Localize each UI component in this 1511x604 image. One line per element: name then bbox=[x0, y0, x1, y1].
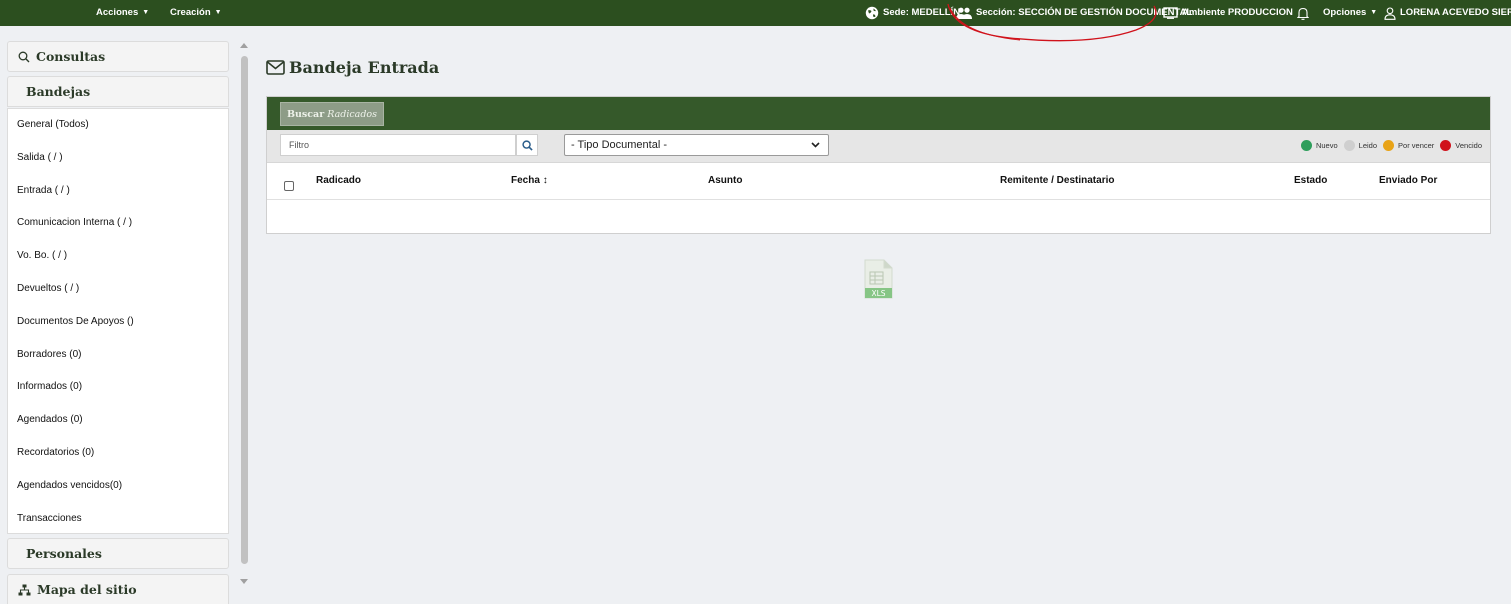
col-radicado[interactable]: Radicado bbox=[316, 175, 361, 186]
sidebar-item-transacciones[interactable]: Transacciones bbox=[8, 503, 228, 536]
xls-export-icon[interactable]: XLS bbox=[862, 259, 894, 299]
personales-label: Personales bbox=[26, 546, 102, 561]
col-remitente-destinatario[interactable]: Remitente / Destinatario bbox=[1000, 175, 1114, 186]
opciones-label: Opciones bbox=[1323, 7, 1367, 18]
select-all-checkbox[interactable] bbox=[284, 181, 294, 191]
table-header: Radicado Fecha ↕ Asunto Remitente / Dest… bbox=[267, 164, 1490, 200]
sidebar-item-general[interactable]: General (Todos) bbox=[8, 109, 228, 142]
monitor-icon bbox=[1163, 7, 1178, 19]
envelope-icon bbox=[266, 60, 285, 75]
ambiente-info[interactable]: Ambiente PRODUCCION bbox=[1163, 0, 1293, 26]
filter-bar: Filtro - Tipo Documental - Nuevo Leido P… bbox=[267, 130, 1490, 163]
consultas-label: Consultas bbox=[36, 49, 106, 64]
bandejas-label: Bandejas bbox=[26, 84, 91, 99]
acciones-label: Acciones bbox=[96, 7, 139, 18]
legend-dot-por-vencer bbox=[1383, 140, 1395, 151]
sidebar-scrollbar[interactable] bbox=[241, 56, 248, 564]
mapa-sitio-panel-header[interactable]: Mapa del sitio bbox=[7, 574, 229, 604]
seccion-info[interactable]: Sección: SECCIÓN DE GESTIÓN DOCUMENTAL bbox=[956, 0, 1192, 26]
sidebar-item-vo-bo[interactable]: Vo. Bo. ( / ) bbox=[8, 240, 228, 273]
sede-info[interactable]: Sede: MEDELLÍN bbox=[865, 0, 960, 26]
caret-down-icon: ▼ bbox=[142, 9, 150, 16]
bell-icon bbox=[1297, 7, 1309, 20]
opciones-menu[interactable]: Opciones ▼ bbox=[1323, 0, 1377, 26]
legend-vencido: Vencido bbox=[1455, 141, 1482, 150]
legend-dot-vencido bbox=[1440, 140, 1452, 151]
sidebar: Consultas Bandejas General (Todos) Salid… bbox=[0, 33, 260, 604]
sidebar-item-devueltos[interactable]: Devueltos ( / ) bbox=[8, 273, 228, 306]
sede-label: Sede: MEDELLÍN bbox=[883, 7, 961, 18]
col-asunto[interactable]: Asunto bbox=[708, 175, 742, 186]
creacion-menu[interactable]: Creación ▼ bbox=[170, 0, 222, 26]
legend-dot-nuevo bbox=[1300, 140, 1312, 151]
panel-header: Buscar Radicados bbox=[267, 97, 1490, 130]
caret-down-icon: ▼ bbox=[1370, 9, 1378, 16]
col-fecha[interactable]: Fecha ↕ bbox=[511, 175, 548, 186]
sidebar-item-borradores[interactable]: Borradores (0) bbox=[8, 339, 228, 372]
radicados-label: Radicados bbox=[327, 108, 378, 120]
legend-leido: Leido bbox=[1358, 141, 1378, 150]
creacion-label: Creación bbox=[170, 7, 211, 18]
col-enviado-por[interactable]: Enviado Por bbox=[1379, 175, 1437, 186]
users-icon bbox=[956, 7, 972, 19]
tipo-documental-value: - Tipo Documental - bbox=[571, 139, 667, 151]
legend-por-vencer: Por vencer bbox=[1398, 141, 1435, 150]
page-title-text: Bandeja Entrada bbox=[289, 58, 440, 77]
search-icon bbox=[521, 139, 533, 151]
page-title: Bandeja Entrada bbox=[266, 58, 439, 77]
filter-search-button[interactable] bbox=[516, 134, 538, 156]
legend-dot-leido bbox=[1343, 140, 1355, 151]
bandejas-list: General (Todos) Salida ( / ) Entrada ( /… bbox=[7, 108, 229, 534]
scroll-down-arrow[interactable] bbox=[240, 579, 248, 584]
col-estado[interactable]: Estado bbox=[1294, 175, 1327, 186]
ambiente-label: Ambiente PRODUCCION bbox=[1182, 7, 1293, 18]
consultas-panel-header[interactable]: Consultas bbox=[7, 41, 229, 72]
sitemap-icon bbox=[18, 584, 31, 595]
scroll-up-arrow[interactable] bbox=[240, 43, 248, 48]
globe-icon bbox=[865, 6, 879, 20]
legend-nuevo: Nuevo bbox=[1315, 141, 1338, 150]
col-fecha-label: Fecha bbox=[511, 175, 540, 186]
xls-label: XLS bbox=[871, 289, 885, 298]
sidebar-item-agendados-vencidos[interactable]: Agendados vencidos(0) bbox=[8, 470, 228, 503]
mapa-label: Mapa del sitio bbox=[37, 582, 137, 597]
sidebar-item-entrada[interactable]: Entrada ( / ) bbox=[8, 175, 228, 208]
sidebar-item-informados[interactable]: Informados (0) bbox=[8, 371, 228, 404]
seccion-label: Sección: SECCIÓN DE GESTIÓN DOCUMENTAL bbox=[976, 7, 1193, 18]
chevron-down-icon bbox=[811, 135, 820, 162]
bandejas-panel-header[interactable]: Bandejas bbox=[7, 76, 229, 107]
acciones-menu[interactable]: Acciones ▼ bbox=[96, 0, 149, 26]
user-menu[interactable]: LORENA ACEVEDO SIERRA▼ bbox=[1384, 0, 1511, 26]
top-navbar: Acciones ▼ Creación ▼ Sede: MEDELLÍN Secci… bbox=[0, 0, 1511, 26]
status-legend: Nuevo Leido Por vencer Vencido bbox=[1300, 140, 1482, 151]
bandeja-table-panel: Buscar Radicados Filtro - Tipo Documenta… bbox=[266, 96, 1491, 234]
sidebar-item-documentos-apoyos[interactable]: Documentos De Apoyos () bbox=[8, 306, 228, 339]
buscar-label: Buscar bbox=[286, 108, 325, 120]
buscar-radicados-button[interactable]: Buscar Radicados bbox=[280, 102, 384, 126]
sidebar-item-recordatorios[interactable]: Recordatorios (0) bbox=[8, 437, 228, 470]
sort-icon: ↕ bbox=[542, 175, 548, 186]
tipo-documental-select[interactable]: - Tipo Documental - bbox=[564, 134, 829, 156]
personales-panel-header[interactable]: Personales bbox=[7, 538, 229, 569]
notifications-button[interactable] bbox=[1297, 0, 1309, 26]
user-icon bbox=[1384, 6, 1396, 20]
user-name: LORENA ACEVEDO SIERRA bbox=[1400, 7, 1511, 18]
sidebar-item-agendados[interactable]: Agendados (0) bbox=[8, 404, 228, 437]
sidebar-item-comunicacion-interna[interactable]: Comunicacion Interna ( / ) bbox=[8, 207, 228, 240]
filter-input[interactable]: Filtro bbox=[280, 134, 516, 156]
caret-down-icon: ▼ bbox=[214, 9, 222, 16]
sidebar-item-salida[interactable]: Salida ( / ) bbox=[8, 142, 228, 175]
search-icon bbox=[18, 51, 30, 62]
